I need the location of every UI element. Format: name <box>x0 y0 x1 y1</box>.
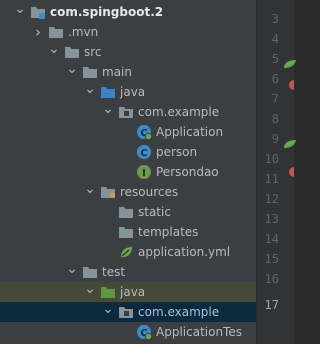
tree-item-label: test <box>102 265 126 279</box>
line-number: 4 <box>271 32 279 46</box>
spring-bean-marker-icon <box>283 138 297 152</box>
chevron-down-icon[interactable]: ⌄ <box>66 62 78 82</box>
editor-gutter: 3 4 5 6 7 8 9 10 11 12 13 14 15 16 17 <box>256 0 297 344</box>
chevron-down-icon[interactable]: ⌄ <box>48 42 60 62</box>
line-number: 13 <box>264 212 279 226</box>
line-number: 9 <box>271 132 279 146</box>
tree-item-label: com.spingboot.2 <box>50 5 164 19</box>
tree-item-label: com.example <box>138 105 220 119</box>
line-number: 8 <box>271 112 279 126</box>
tree-item-label: application.yml <box>138 245 231 259</box>
tree-row-application-yml[interactable]: application.yml <box>0 242 256 262</box>
folder-icon <box>82 64 98 80</box>
tree-row-java-test[interactable]: ⌄ java <box>0 282 256 302</box>
chevron-down-icon[interactable]: ⌄ <box>66 262 78 282</box>
tree-item-label: ApplicationTes <box>156 325 242 339</box>
line-number: 16 <box>264 272 279 286</box>
tree-row-resources[interactable]: ⌄ resources <box>0 182 256 202</box>
folder-icon <box>48 24 64 40</box>
line-number: 11 <box>264 172 279 186</box>
folder-icon <box>118 204 134 220</box>
spring-bean-marker-icon <box>283 58 297 72</box>
line-number: 12 <box>264 192 279 206</box>
line-number: 10 <box>264 152 279 166</box>
line-number: 14 <box>264 232 279 246</box>
chevron-down-icon[interactable]: ⌄ <box>84 282 96 302</box>
tree-row-static[interactable]: static <box>0 202 256 222</box>
tree-row-person-class[interactable]: Cperson <box>0 142 256 162</box>
spring-class-icon: C <box>136 124 153 141</box>
resources-folder-icon <box>100 184 116 200</box>
line-number: 3 <box>271 12 279 26</box>
package-icon <box>118 104 134 120</box>
tree-item-label: static <box>138 205 171 219</box>
tree-row-application-class[interactable]: C Application <box>0 122 256 142</box>
line-number: 6 <box>271 72 279 86</box>
tree-item-label: src <box>84 45 102 59</box>
tree-row-package-test[interactable]: ⌄ com.example <box>0 302 256 322</box>
project-tree: ⌄ com.spingboot.2 › .mvn ⌄ src ⌄ main ⌄ java ⌄ com.… <box>0 0 256 344</box>
spring-class-icon: C <box>136 324 153 341</box>
breakpoint-marker-icon <box>288 79 294 93</box>
tree-row-src[interactable]: ⌄ src <box>0 42 256 62</box>
tree-item-label: templates <box>138 225 199 239</box>
chevron-down-icon[interactable]: ⌄ <box>102 102 114 122</box>
line-number: 5 <box>271 52 279 66</box>
tree-item-label: Persondao <box>156 165 219 179</box>
line-number: 15 <box>264 252 279 266</box>
tree-row-project[interactable]: ⌄ com.spingboot.2 <box>0 2 256 22</box>
tree-row-templates[interactable]: templates <box>0 222 256 242</box>
module-folder-icon <box>30 4 46 20</box>
tree-row-java-main[interactable]: ⌄ java <box>0 82 256 102</box>
tree-row-persondao-interface[interactable]: I Persondao <box>0 162 256 182</box>
svg-text:C: C <box>140 148 147 159</box>
tree-item-label: java <box>120 85 146 99</box>
folder-icon <box>64 44 80 60</box>
chevron-down-icon[interactable]: ⌄ <box>84 182 96 202</box>
svg-text:I: I <box>142 168 146 179</box>
yml-file-icon <box>118 244 134 260</box>
line-number: 7 <box>271 92 279 106</box>
tree-item-label: Application <box>156 125 224 139</box>
line-number: 17 <box>264 298 279 312</box>
chevron-right-icon[interactable]: › <box>32 22 44 42</box>
package-icon <box>118 304 134 320</box>
breakpoint-marker-icon <box>288 166 294 180</box>
tree-item-label: person <box>156 145 198 159</box>
tree-row-mvn[interactable]: › .mvn <box>0 22 256 42</box>
chevron-down-icon[interactable]: ⌄ <box>102 302 114 322</box>
interface-icon: I <box>136 164 152 180</box>
tree-row-package-main[interactable]: ⌄ com.example <box>0 102 256 122</box>
folder-icon <box>82 264 98 280</box>
class-icon: C <box>136 144 152 160</box>
tree-row-applicationtests-class[interactable]: C ApplicationTes <box>0 322 256 342</box>
tree-item-label: java <box>120 285 146 299</box>
source-folder-icon <box>100 84 116 100</box>
test-folder-icon <box>100 284 116 300</box>
tree-row-test[interactable]: ⌄ test <box>0 262 256 282</box>
chevron-down-icon[interactable]: ⌄ <box>14 2 26 22</box>
tree-item-label: com.example <box>138 305 220 319</box>
folder-icon <box>118 224 134 240</box>
tree-item-label: resources <box>120 185 179 199</box>
chevron-down-icon[interactable]: ⌄ <box>84 82 96 102</box>
tree-item-label: .mvn <box>68 25 99 39</box>
tree-row-main[interactable]: ⌄ main <box>0 62 256 82</box>
tree-item-label: main <box>102 65 132 79</box>
